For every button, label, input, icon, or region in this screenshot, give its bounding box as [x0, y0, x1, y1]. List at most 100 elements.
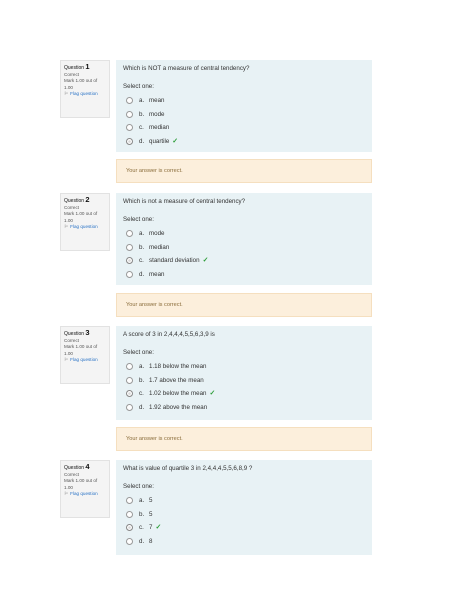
radio-button[interactable]: [126, 403, 133, 411]
answer-letter: d.: [139, 403, 145, 411]
question-text: What is value of quartile 3 in 2,4,4,4,5…: [123, 465, 253, 472]
question-label: Question: [64, 198, 85, 204]
answer-option[interactable]: c. standard deviation ✓: [123, 254, 365, 268]
radio-button[interactable]: [126, 230, 133, 238]
answer-letter: d.: [139, 137, 145, 145]
answer-text: mode: [149, 110, 165, 118]
answer-letter: a.: [139, 497, 145, 504]
answer-letter: b.: [139, 376, 145, 384]
answer-option[interactable]: c. 7 ✓: [123, 521, 365, 535]
answer-option[interactable]: d. mean: [123, 268, 365, 282]
question-info: Question 1 Correct Mark 1.00 out of 1.00 ⚐ F…: [60, 60, 110, 118]
question-info: Question 3 Correct Mark 1.00 out of 1.00 ⚐ F…: [60, 326, 110, 384]
question-state: Correct: [64, 204, 80, 210]
answer-feedback: Your answer is correct.: [116, 427, 372, 451]
answer-letter: b.: [139, 243, 145, 251]
radio-button[interactable]: [126, 110, 133, 118]
answer-option[interactable]: b. 5: [123, 508, 365, 522]
answer-text: mean: [149, 270, 165, 278]
question-info: Question 2 Correct Mark 1.00 out of 1.00 ⚐ F…: [60, 193, 110, 251]
question-number: Question 4: [64, 463, 106, 472]
checkmark-icon: ✓: [209, 390, 216, 397]
answer-letter: b.: [139, 510, 145, 518]
answer-option[interactable]: b. mode: [123, 108, 365, 122]
answer-letter: d.: [139, 537, 145, 545]
select-one-prompt: Select one:: [123, 483, 154, 490]
answer-text: 1.7 above the mean: [149, 376, 204, 384]
flag-question-link[interactable]: ⚐ Flag question: [64, 91, 106, 98]
flag-question-label: Flag question: [70, 224, 98, 230]
answer-option[interactable]: a. mode: [123, 227, 365, 241]
question-label: Question: [64, 331, 85, 337]
flag-question-label: Flag question: [70, 357, 98, 363]
radio-button[interactable]: [126, 510, 133, 518]
question-number: Question 1: [64, 62, 106, 72]
answer-letter: a.: [139, 97, 145, 104]
radio-button[interactable]: [126, 97, 133, 105]
answer-option[interactable]: d. 1.92 above the mean: [123, 401, 365, 415]
answer-text: standard deviation: [149, 257, 200, 264]
answer-option[interactable]: b. 1.7 above the mean: [123, 374, 365, 388]
question-number-value: 2: [85, 195, 90, 204]
answer-letter: a.: [139, 363, 145, 370]
question-text: Which is NOT a measure of central tenden…: [123, 65, 250, 72]
question-text: Which is not a measure of central tenden…: [123, 198, 246, 205]
answer-text: 7: [149, 524, 153, 531]
question-state: Correct: [64, 337, 80, 343]
flag-question-link[interactable]: ⚐ Flag question: [64, 357, 106, 364]
answer-option[interactable]: d. quartile ✓: [123, 135, 365, 149]
answer-text: mode: [149, 230, 165, 237]
flag-question-label: Flag question: [70, 491, 98, 497]
radio-button[interactable]: [126, 243, 133, 251]
answer-option[interactable]: a. 1.18 below the mean: [123, 360, 365, 374]
radio-button[interactable]: [126, 363, 133, 371]
answer-text: 1.18 below the mean: [149, 363, 207, 370]
flag-icon: ⚐: [64, 357, 69, 363]
radio-button[interactable]: [126, 257, 133, 265]
answer-text: 5: [149, 497, 153, 504]
question-text: A score of 3 in 2,4,4,4,5,5,6,3,9 is: [123, 331, 215, 338]
radio-button[interactable]: [126, 270, 133, 278]
answer-text: 5: [149, 510, 153, 518]
answer-letter: d.: [139, 270, 145, 278]
select-one-prompt: Select one:: [123, 83, 154, 90]
answer-text: median: [149, 243, 170, 251]
question-state: Correct: [64, 471, 80, 477]
flag-question-link[interactable]: ⚐ Flag question: [64, 224, 106, 231]
answer-option[interactable]: a. 5: [123, 494, 365, 508]
question-mark: Mark 1.00 out of 1.00: [64, 344, 98, 356]
answer-letter: c.: [139, 390, 144, 397]
answer-letter: b.: [139, 110, 145, 118]
flag-icon: ⚐: [64, 91, 69, 97]
answer-option[interactable]: b. median: [123, 241, 365, 255]
question-content: Which is NOT a measure of central tenden…: [116, 60, 372, 152]
answer-letter: c.: [139, 124, 144, 131]
radio-button[interactable]: [126, 524, 133, 532]
question-info: Question 4 Correct Mark 1.00 out of 1.00 ⚐ F…: [60, 460, 110, 518]
answer-option[interactable]: c. 1.02 below the mean ✓: [123, 387, 365, 401]
radio-button[interactable]: [126, 390, 133, 398]
radio-button[interactable]: [126, 376, 133, 384]
checkmark-icon: ✓: [172, 137, 179, 145]
question-number-value: 1: [85, 62, 90, 71]
radio-button[interactable]: [126, 497, 133, 505]
answer-option[interactable]: c. median: [123, 121, 365, 135]
flag-question-link[interactable]: ⚐ Flag question: [64, 491, 106, 498]
answer-option[interactable]: d. 8: [123, 535, 365, 549]
question-content: Which is not a measure of central tenden…: [116, 193, 372, 285]
radio-button[interactable]: [126, 137, 133, 145]
question-label: Question: [64, 465, 85, 471]
answer-letter: c.: [139, 257, 144, 264]
question-number: Question 3: [64, 329, 106, 338]
answer-letter: a.: [139, 230, 145, 237]
radio-button[interactable]: [126, 124, 133, 132]
question-mark: Mark 1.00 out of 1.00: [64, 78, 98, 90]
question-state: Correct: [64, 71, 80, 77]
question-number: Question 2: [64, 195, 106, 205]
answer-option[interactable]: a. mean: [123, 94, 365, 108]
answer-text: median: [149, 124, 170, 131]
answer-letter: c.: [139, 524, 144, 531]
answer-text: mean: [149, 97, 165, 104]
radio-button[interactable]: [126, 537, 133, 545]
answer-text: 1.92 above the mean: [149, 403, 208, 411]
